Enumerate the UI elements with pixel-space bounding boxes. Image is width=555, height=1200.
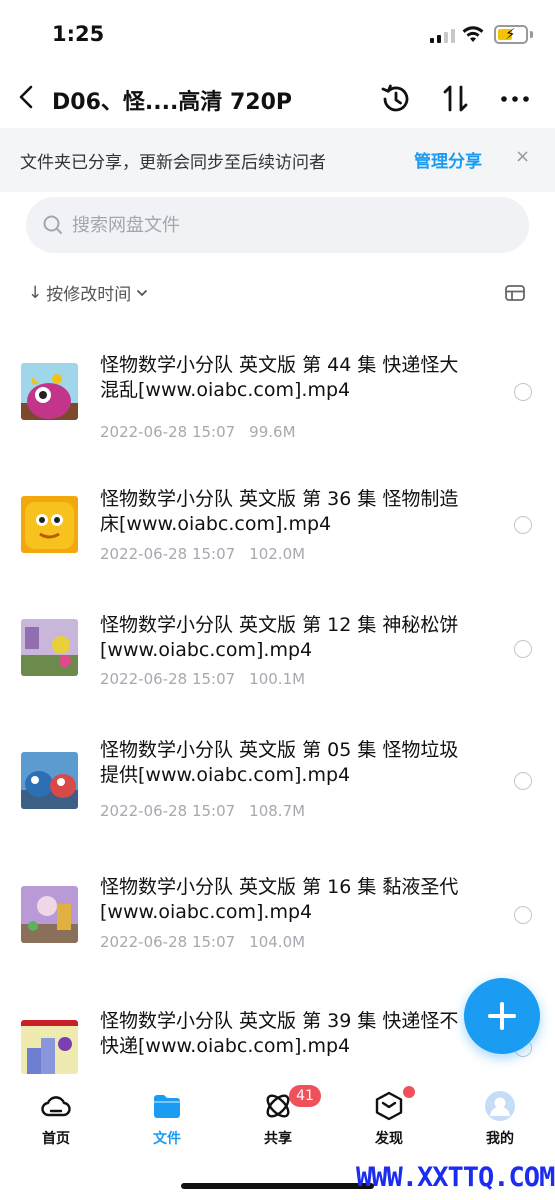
notification-dot <box>403 1086 415 1098</box>
file-size: 104.0M <box>249 933 306 951</box>
file-row[interactable]: 怪物数学小分队 英文版 第 12 集 神秘松饼[www.oiabc.com].m… <box>0 588 555 708</box>
share-banner-text: 文件夹已分享，更新会同步至后续访问者 <box>20 153 326 173</box>
video-thumbnail <box>21 1020 78 1074</box>
file-date: 2022-06-28 15:07 <box>100 545 236 563</box>
nav-home[interactable]: 首页 <box>6 1090 106 1148</box>
video-thumbnail <box>21 496 78 553</box>
file-name: 怪物数学小分队 英文版 第 36 集 怪物制造床[www.oiabc.com].… <box>100 488 459 535</box>
file-size: 99.6M <box>249 423 296 441</box>
file-row[interactable]: 怪物数学小分队 英文版 第 44 集 快递怪大混乱[www.oiabc.com]… <box>0 333 555 453</box>
avatar <box>485 1091 515 1121</box>
status-bar: 1:25 ⚡ <box>0 0 555 70</box>
file-meta: 2022-06-28 15:07 104.0M <box>100 933 305 951</box>
folder-icon <box>154 1095 180 1118</box>
search-input[interactable] <box>72 207 512 243</box>
file-date: 2022-06-28 15:07 <box>100 802 236 820</box>
search-bar[interactable] <box>26 197 529 253</box>
more-icon[interactable] <box>498 82 532 116</box>
select-checkbox[interactable] <box>514 383 532 401</box>
file-name: 怪物数学小分队 英文版 第 39 集 快递怪不快递[www.oiabc.com]… <box>100 1010 459 1057</box>
nav-share-label: 共享 <box>264 1131 292 1147</box>
header: D06、怪....高清 720P <box>0 70 555 128</box>
file-size: 108.7M <box>249 802 306 820</box>
nav-me-label: 我的 <box>486 1131 514 1147</box>
sort-arrow-icon: ↓ <box>28 282 43 303</box>
close-icon[interactable]: × <box>515 146 530 167</box>
file-row[interactable]: 怪物数学小分队 英文版 第 36 集 怪物制造床[www.oiabc.com].… <box>0 463 555 583</box>
chevron-left-icon[interactable] <box>12 82 42 112</box>
cellular-signal-icon <box>430 27 455 43</box>
file-date: 2022-06-28 15:07 <box>100 423 236 441</box>
status-time: 1:25 <box>52 22 105 46</box>
box-icon <box>375 1091 403 1121</box>
select-checkbox[interactable] <box>514 516 532 534</box>
nav-discover[interactable]: 发现 <box>339 1090 439 1148</box>
battery-icon: ⚡ <box>494 25 528 44</box>
wifi-icon <box>462 26 484 42</box>
file-meta: 2022-06-28 15:07 99.6M <box>100 423 296 441</box>
nav-files-label: 文件 <box>153 1131 181 1147</box>
select-checkbox[interactable] <box>514 906 532 924</box>
nav-files[interactable]: 文件 <box>117 1090 217 1148</box>
video-thumbnail <box>21 752 78 809</box>
page-title: D06、怪....高清 720P <box>52 90 293 115</box>
file-size: 102.0M <box>249 545 306 563</box>
search-icon <box>43 215 62 234</box>
share-banner: 文件夹已分享，更新会同步至后续访问者 管理分享 × <box>0 128 555 192</box>
file-meta: 2022-06-28 15:07 102.0M <box>100 545 305 563</box>
video-thumbnail <box>21 886 78 943</box>
nav-home-label: 首页 <box>42 1131 70 1147</box>
file-name: 怪物数学小分队 英文版 第 05 集 怪物垃圾提供[www.oiabc.com]… <box>100 739 459 786</box>
chevron-down-icon <box>137 289 148 296</box>
file-name: 怪物数学小分队 英文版 第 12 集 神秘松饼[www.oiabc.com].m… <box>100 614 459 661</box>
home-indicator[interactable] <box>181 1183 374 1189</box>
nav-me[interactable]: 我的 <box>450 1090 550 1148</box>
transfer-icon[interactable] <box>439 82 473 116</box>
manage-share-button[interactable]: 管理分享 <box>414 147 482 172</box>
file-meta: 2022-06-28 15:07 100.1M <box>100 670 305 688</box>
file-row[interactable]: 怪物数学小分队 英文版 第 16 集 黏液圣代[www.oiabc.com].m… <box>0 848 555 968</box>
file-date: 2022-06-28 15:07 <box>100 933 236 951</box>
share-count-badge: 41 <box>289 1085 321 1107</box>
sort-label: 按修改时间 <box>46 285 132 305</box>
file-name: 怪物数学小分队 英文版 第 16 集 黏液圣代[www.oiabc.com].m… <box>100 876 459 923</box>
select-checkbox[interactable] <box>514 772 532 790</box>
nav-discover-label: 发现 <box>375 1131 403 1147</box>
history-icon[interactable] <box>379 82 413 116</box>
file-date: 2022-06-28 15:07 <box>100 670 236 688</box>
video-thumbnail <box>21 619 78 676</box>
view-mode-icon[interactable] <box>505 285 525 301</box>
sort-selector[interactable]: ↓ 按修改时间 <box>28 280 149 305</box>
file-name: 怪物数学小分队 英文版 第 44 集 快递怪大混乱[www.oiabc.com]… <box>100 354 459 401</box>
file-meta: 2022-06-28 15:07 108.7M <box>100 802 305 820</box>
watermark: WWW.XXTTQ.COM <box>356 1162 555 1193</box>
select-checkbox[interactable] <box>514 640 532 658</box>
file-row[interactable]: 怪物数学小分队 英文版 第 05 集 怪物垃圾提供[www.oiabc.com]… <box>0 712 555 832</box>
add-button[interactable] <box>464 978 540 1054</box>
battery-cap <box>530 31 533 38</box>
video-thumbnail <box>21 363 78 420</box>
cloud-icon <box>41 1096 71 1117</box>
file-size: 100.1M <box>249 670 306 688</box>
